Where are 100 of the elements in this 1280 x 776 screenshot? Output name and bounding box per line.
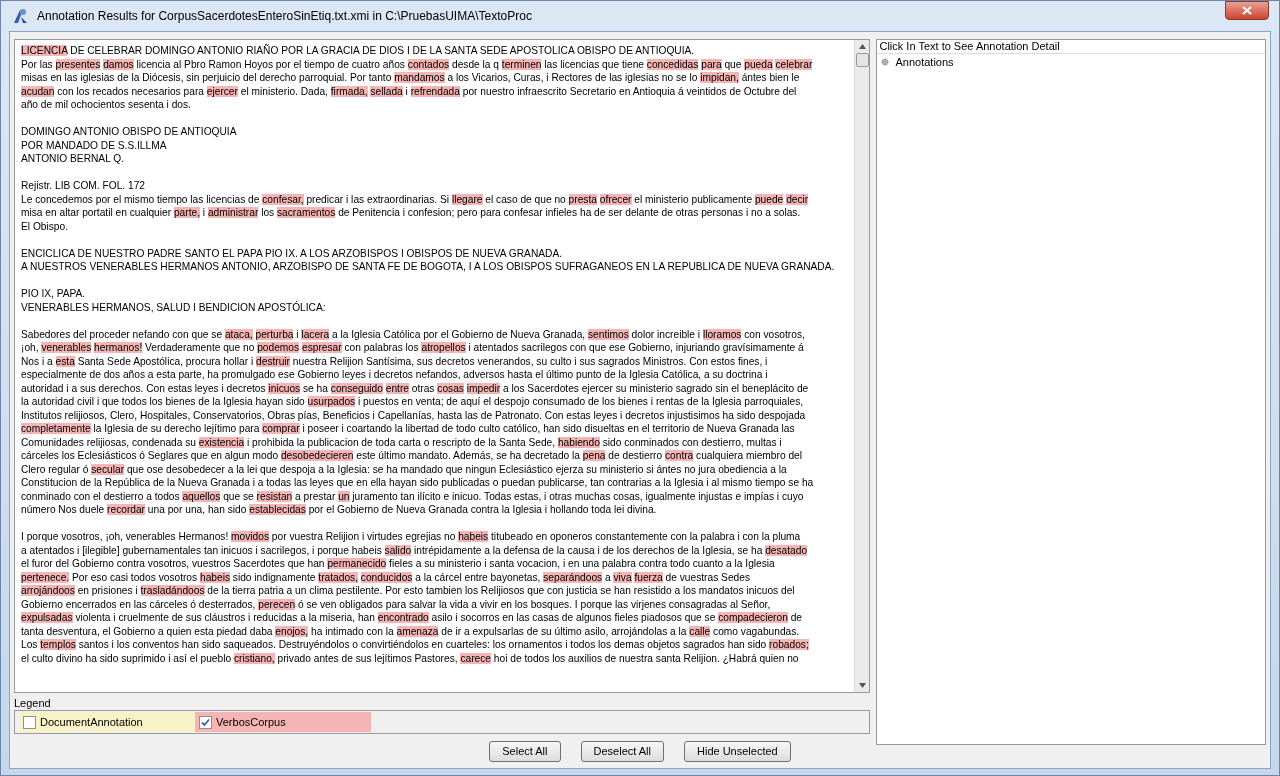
annotation-highlight[interactable]: contados [407,58,450,70]
annotation-highlight[interactable]: completamente [21,423,91,434]
annotation-highlight[interactable]: presta [568,193,597,205]
annotation-highlight[interactable]: enojos, [275,625,309,637]
annotation-highlight[interactable]: cristiano, [233,652,275,664]
annotation-highlight[interactable]: destruir [256,355,291,367]
annotation-highlight[interactable]: compadecieron [718,612,788,623]
annotation-highlight[interactable]: habiendo [557,436,600,448]
annotation-highlight[interactable]: conseguido [330,382,383,394]
annotation-highlight[interactable]: espresar [301,342,342,353]
annotation-highlight[interactable]: movidos [231,531,270,542]
checkbox[interactable] [23,715,36,729]
scroll-down-icon[interactable] [859,683,866,689]
legend-item[interactable]: VerbosCorpus [195,712,371,733]
annotation-highlight[interactable]: LICENCIA [21,45,68,56]
annotation-highlight[interactable]: puede [754,193,784,205]
annotation-highlight[interactable]: expulsadas [21,612,73,623]
annotation-highlight[interactable]: encontrado [377,612,429,623]
annotation-highlight[interactable]: viva [613,571,632,583]
annotation-highlight[interactable]: desatado [765,544,808,556]
document-text: POR MANDADO DE S.S.ILLMA [21,139,167,151]
annotation-highlight[interactable]: desobedecieren [280,450,354,461]
action-button[interactable]: Hide Unselected [684,740,791,762]
annotation-highlight[interactable]: podemos [257,342,300,353]
document-text: cárceles los Eclesiásticos ó Seglares que en algun modo [21,450,280,461]
tree-item[interactable]: Annotations [881,55,1265,69]
annotation-highlight[interactable]: presentes [55,58,101,70]
annotation-highlight[interactable]: tratados, [318,571,358,583]
annotation-highlight[interactable]: pena [582,450,606,461]
annotation-highlight[interactable]: perecen [258,598,296,610]
annotation-highlight[interactable]: establecidas [249,504,306,515]
annotation-highlight[interactable]: existencia [198,436,245,448]
action-button[interactable]: Deselect All [580,740,664,762]
annotation-highlight[interactable]: cosas [437,382,464,394]
annotation-highlight[interactable]: robados; [769,639,809,650]
checkbox[interactable] [199,715,212,729]
annotation-highlight[interactable]: firmada, [330,85,368,97]
annotation-highlight[interactable]: recordar [107,504,145,515]
annotation-highlight[interactable]: pertenece. [21,571,70,583]
annotation-highlight[interactable]: celebrar [775,58,813,70]
annotation-highlight[interactable]: ofrecer [599,193,632,205]
annotation-highlight[interactable]: pueda [744,58,773,70]
annotation-highlight[interactable]: amenaza [396,625,439,637]
annotation-highlight[interactable]: confesar, [262,193,304,205]
annotation-highlight[interactable]: damos [103,58,134,70]
annotation-highlight[interactable]: comprar [262,423,300,434]
annotation-highlight[interactable]: impedir [466,382,501,394]
action-button[interactable]: Select All [489,740,561,762]
annotation-highlight[interactable]: carece [460,652,491,664]
annotation-highlight[interactable]: decir [786,193,809,205]
annotation-highlight[interactable]: habeis [199,571,230,583]
annotation-highlight[interactable]: resistan [256,490,293,502]
document-text: este último mandato. Además, se ha decretado la [355,450,581,461]
annotation-highlight[interactable]: ejercer [206,85,238,97]
annotation-highlight[interactable]: salido [384,544,412,556]
vertical-scrollbar[interactable] [854,40,870,693]
annotation-highlight[interactable]: venerables [41,342,92,353]
document-text: A NUESTROS VENERABLES HERMANOS ANTONIO, ARZOBISPO DE SANTA FE DE BOGOTA, I A LOS OBISPOS SUFRAGANEOS EN LA REPUBLICA DE NUEVA GRANADA. [21,261,835,272]
annotation-highlight[interactable]: secular [91,463,125,475]
annotation-highlight[interactable]: atropellos [421,342,466,353]
annotation-highlight[interactable]: fuerza [634,571,663,583]
annotation-highlight[interactable]: esta [55,355,75,367]
scroll-thumb[interactable] [856,53,869,67]
annotation-highlight[interactable]: habeis [458,531,489,542]
annotation-highlight[interactable]: arrojándoos [21,585,75,596]
annotation-highlight[interactable]: usurpados [307,396,356,407]
annotation-highlight[interactable]: administrar [207,207,259,218]
annotation-highlight[interactable]: sellada [370,85,403,97]
document-text: las licencias que tiene [543,58,645,70]
annotation-highlight[interactable]: parte, [173,207,200,218]
annotation-highlight[interactable]: un [338,490,350,502]
annotation-highlight[interactable]: para [701,58,722,70]
annotation-highlight[interactable]: trasladándoos [140,585,205,596]
annotation-highlight[interactable]: inicuos [268,382,301,394]
close-button[interactable] [1225,1,1269,20]
legend-item[interactable]: DocumentAnnotation [19,712,195,733]
annotation-highlight[interactable]: lacera [301,328,330,340]
annotation-highlight[interactable]: sacramentos [277,207,336,218]
annotation-highlight[interactable]: acudan [21,85,55,97]
annotation-highlight[interactable]: lloramos [702,328,742,340]
annotation-highlight[interactable]: concedidas [646,58,699,70]
annotation-highlight[interactable]: permanecido [327,558,387,569]
annotation-highlight[interactable]: hermanos! [94,342,143,353]
annotation-highlight[interactable]: calle [689,625,711,637]
annotation-highlight[interactable]: conducidos [360,571,413,583]
annotation-highlight[interactable]: ataca, [224,328,253,340]
annotation-highlight[interactable]: contra [664,450,694,461]
annotation-highlight[interactable]: mandamos [394,72,445,83]
annotation-highlight[interactable]: terminen [501,58,542,70]
annotation-highlight[interactable]: impidan, [700,72,739,83]
scroll-up-icon[interactable] [859,44,866,49]
annotation-highlight[interactable]: perturba [255,328,294,340]
annotation-highlight[interactable]: sentimos [587,328,629,340]
annotation-highlight[interactable]: aquellos [182,490,221,502]
document-text: PIO IX, PAPA. [21,288,86,299]
annotation-highlight[interactable]: separándoos [543,571,603,583]
annotation-highlight[interactable]: llegare [451,193,483,205]
annotation-highlight[interactable]: refrendada [410,85,460,97]
annotation-highlight[interactable]: entre [385,382,409,394]
annotation-highlight[interactable]: templos [40,639,76,650]
